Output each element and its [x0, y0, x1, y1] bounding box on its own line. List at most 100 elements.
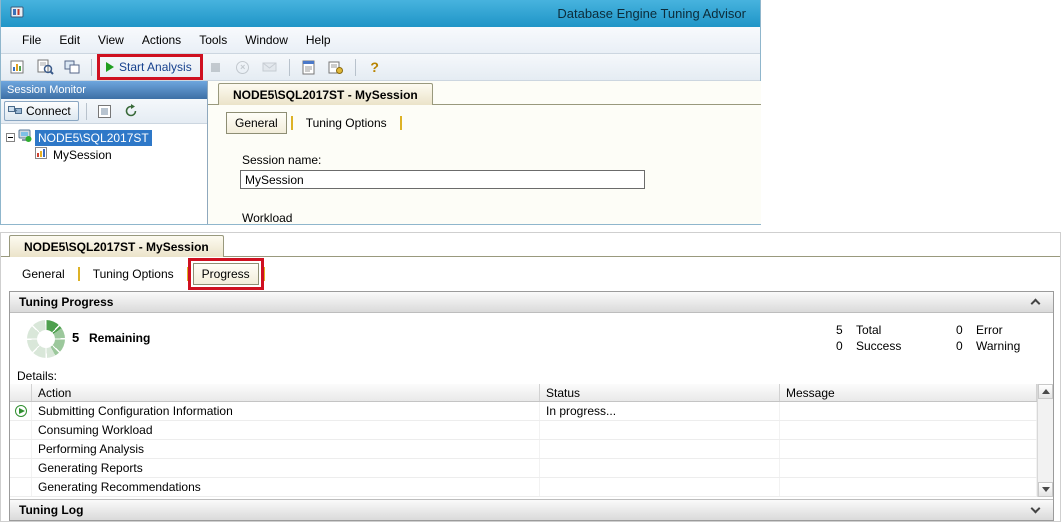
new-session-icon[interactable] — [7, 56, 29, 78]
remaining-count: 5 — [72, 330, 79, 345]
tree-item-server[interactable]: NODE5\SQL2017ST — [4, 129, 207, 146]
stat-total: 5 Total — [836, 322, 946, 338]
stat-label: Total — [856, 323, 881, 337]
collapse-icon[interactable] — [6, 133, 15, 142]
toolbar-separator — [289, 59, 290, 76]
table-row[interactable]: Submitting Configuration InformationIn p… — [10, 402, 1053, 421]
details-table-body: Submitting Configuration InformationIn p… — [10, 402, 1053, 497]
tuning-log-title: Tuning Log — [19, 503, 83, 517]
action-cell: Performing Analysis — [32, 440, 540, 458]
status-cell: In progress... — [540, 402, 780, 420]
in-progress-icon — [15, 405, 27, 417]
top-document-panel: NODE5\SQL2017ST - MySession General Tunin… — [208, 81, 761, 224]
progress-summary: 5 Remaining 5Total0Success 0Error0Warnin… — [10, 313, 1053, 366]
column-header-message[interactable]: Message — [780, 384, 1037, 401]
report-icon[interactable] — [298, 56, 320, 78]
progress-spinner-icon — [27, 320, 65, 358]
bottom-tab-strip: General Tuning Options Progress — [13, 263, 269, 285]
menu-item-help[interactable]: Help — [297, 29, 340, 51]
stats-col-2: 0Error0Warning — [956, 322, 1061, 354]
tuning-progress-title: Tuning Progress — [19, 295, 113, 309]
table-row[interactable]: Generating Reports — [10, 459, 1053, 478]
column-header-status[interactable]: Status — [540, 384, 780, 401]
menu-item-tools[interactable]: Tools — [190, 29, 236, 51]
table-row[interactable]: Generating Recommendations — [10, 478, 1053, 497]
status-cell — [540, 440, 780, 458]
column-header-action[interactable]: Action — [32, 384, 540, 401]
chevron-down-icon — [1030, 504, 1040, 514]
session-monitor-toolbar: Connect — [1, 99, 207, 124]
collapse-section-button[interactable] — [1026, 294, 1044, 310]
stat-value: 5 — [836, 323, 849, 337]
stat-warning: 0Warning — [956, 338, 1061, 354]
mail-icon — [259, 56, 281, 78]
stats-col-1: 5 Total 0 Success — [836, 322, 946, 354]
play-icon — [106, 62, 114, 72]
stat-label: Error — [976, 323, 1003, 337]
stat-value: 0 — [956, 339, 969, 353]
refresh-icon[interactable] — [120, 100, 142, 122]
menu-item-window[interactable]: Window — [236, 29, 297, 51]
connect-icon — [8, 104, 22, 119]
bottom-document-tab[interactable]: NODE5\SQL2017ST - MySession — [9, 235, 224, 257]
message-cell — [780, 478, 1037, 496]
open-session-icon[interactable] — [34, 56, 56, 78]
expand-section-button[interactable] — [1026, 502, 1044, 518]
row-indicator-cell — [10, 402, 32, 420]
session-label: MySession — [50, 147, 115, 163]
stat-success: 0 Success — [836, 338, 946, 354]
progress-document-window: NODE5\SQL2017ST - MySession General Tunin… — [0, 232, 1061, 522]
server-icon — [18, 129, 32, 146]
session-name-input[interactable] — [240, 170, 645, 189]
tuning-log-header: Tuning Log — [10, 499, 1053, 520]
toolbar-separator — [355, 59, 356, 76]
stop-analysis-icon — [205, 56, 227, 78]
start-analysis-label: Start Analysis — [119, 60, 192, 74]
row-indicator-cell — [10, 440, 32, 458]
stat-label: Success — [856, 339, 901, 353]
message-cell — [780, 421, 1037, 439]
stat-error: 0Error — [956, 322, 1061, 338]
session-name-label: Session name: — [242, 153, 321, 167]
cascade-windows-icon[interactable] — [61, 56, 83, 78]
menu-item-edit[interactable]: Edit — [50, 29, 89, 51]
cancel-icon: × — [232, 56, 254, 78]
action-cell: Generating Recommendations — [32, 478, 540, 496]
tree-item-session[interactable]: MySession — [4, 146, 207, 163]
session-tree: NODE5\SQL2017ST MySession — [1, 124, 207, 163]
tab-tuning-options[interactable]: Tuning Options — [297, 112, 396, 134]
row-indicator-header — [10, 384, 32, 401]
message-cell — [780, 440, 1037, 458]
scroll-up-button[interactable] — [1038, 384, 1053, 399]
status-cell — [540, 459, 780, 477]
progress-panel: Tuning Progress 5 Remaining 5Total0Succe… — [9, 291, 1054, 521]
help-icon[interactable]: ? — [364, 56, 386, 78]
menu-item-actions[interactable]: Actions — [133, 29, 190, 51]
tab-progress[interactable]: Progress — [193, 263, 259, 285]
action-cell: Generating Reports — [32, 459, 540, 477]
start-analysis-button[interactable]: Start Analysis — [100, 57, 200, 77]
dta-window: Database Engine Tuning Advisor FileEditV… — [0, 0, 761, 225]
table-row[interactable]: Consuming Workload — [10, 421, 1053, 440]
menu-item-view[interactable]: View — [89, 29, 133, 51]
session-monitor-panel: Session Monitor Connect NODE — [1, 81, 208, 224]
tab-divider — [78, 267, 80, 281]
toolbar-separator — [86, 103, 87, 120]
main-toolbar: Start Analysis × ? — [1, 54, 760, 81]
scroll-down-button[interactable] — [1038, 482, 1053, 497]
tab-general[interactable]: General — [13, 263, 74, 285]
stat-value: 0 — [836, 339, 849, 353]
action-cell: Consuming Workload — [32, 421, 540, 439]
tab-divider — [400, 116, 402, 130]
table-row[interactable]: Performing Analysis — [10, 440, 1053, 459]
vertical-scrollbar[interactable] — [1037, 384, 1053, 497]
menu-bar: FileEditViewActionsToolsWindowHelp — [1, 27, 760, 54]
evaluate-icon[interactable] — [325, 56, 347, 78]
tab-general[interactable]: General — [226, 112, 287, 134]
tab-divider — [187, 267, 189, 281]
stop-monitor-icon[interactable] — [94, 100, 116, 122]
tab-tuning-options[interactable]: Tuning Options — [84, 263, 183, 285]
connect-button[interactable]: Connect — [4, 101, 79, 121]
menu-item-file[interactable]: File — [13, 29, 50, 51]
top-document-tab[interactable]: NODE5\SQL2017ST - MySession — [218, 83, 433, 105]
